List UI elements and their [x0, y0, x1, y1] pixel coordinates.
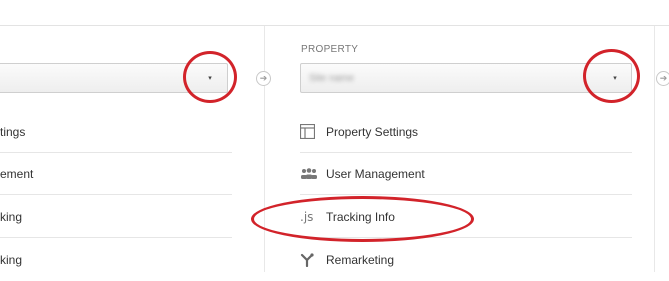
- property-item-label: Remarketing: [326, 253, 395, 267]
- next-column-arrow-icon[interactable]: ➔: [256, 71, 271, 86]
- property-item-tracking-info[interactable]: .js Tracking Info: [300, 196, 632, 238]
- account-item-label: king: [0, 209, 23, 224]
- account-item-label: king: [0, 253, 23, 267]
- next-column-arrow-icon[interactable]: ➔: [656, 71, 669, 86]
- property-item-label: User Management: [326, 166, 425, 181]
- account-item-user-management[interactable]: ement: [0, 153, 232, 195]
- users-group-icon: [300, 167, 326, 180]
- remarketing-icon: [300, 253, 326, 267]
- account-item-label: tings: [0, 124, 26, 139]
- account-select[interactable]: ▾: [0, 63, 228, 93]
- window-layout-icon: [300, 124, 326, 139]
- column-divider: [264, 26, 265, 272]
- property-item-label: Property Settings: [326, 124, 419, 139]
- top-divider: [0, 25, 669, 26]
- property-item-settings[interactable]: Property Settings: [300, 111, 632, 153]
- property-select[interactable]: Site name ▾: [300, 63, 632, 93]
- section-label-property: PROPERTY: [301, 44, 359, 55]
- chevron-down-icon: ▾: [613, 75, 617, 82]
- property-item-remarketing[interactable]: Remarketing: [300, 239, 632, 281]
- property-selected-value: Site name: [309, 73, 355, 84]
- account-item-settings[interactable]: tings: [0, 111, 232, 153]
- account-item-tracking-2[interactable]: king: [0, 239, 232, 281]
- js-icon: .js: [300, 209, 314, 224]
- property-item-user-management[interactable]: User Management: [300, 153, 632, 195]
- chevron-down-icon: ▾: [208, 75, 212, 82]
- column-divider-right: [654, 26, 655, 272]
- property-item-label: Tracking Info: [326, 209, 395, 224]
- account-item-label: ement: [0, 166, 34, 181]
- account-item-tracking[interactable]: king: [0, 196, 232, 238]
